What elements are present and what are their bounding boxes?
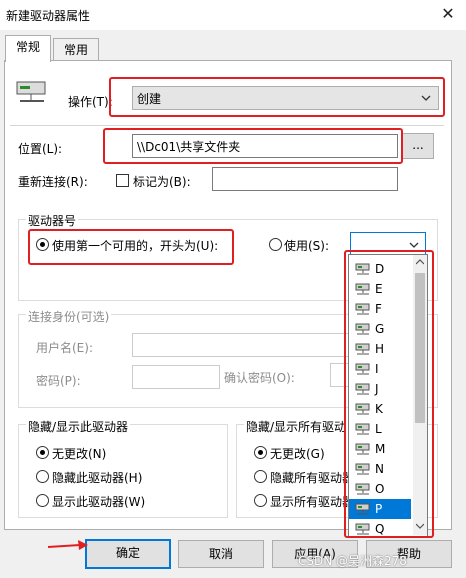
drive-letter-title: 驱动器号 [26, 212, 79, 229]
window-title: 新建驱动器属性 [6, 9, 91, 23]
use-specific-label: 使用(S): [284, 239, 330, 253]
connect-as-title: 连接身份(可选) [26, 308, 112, 325]
hide-all-hide-label: 隐藏所有驱动器 [270, 471, 355, 485]
tab-common[interactable]: 常用 [53, 38, 99, 61]
hide-all-title: 隐藏/显示所有驱动 [244, 418, 349, 435]
hide-this-show-label: 显示此驱动器(W) [52, 495, 146, 509]
highlight-first-available [28, 229, 234, 265]
reconnect-checkbox[interactable] [116, 174, 129, 187]
tab-general[interactable]: 常规 [5, 35, 51, 62]
hide-this-no-change-radio[interactable] [36, 446, 49, 459]
use-specific-radio[interactable] [269, 238, 282, 251]
location-label: 位置(L): [18, 142, 63, 156]
watermark: CSDN @吴洲森278 [298, 554, 407, 568]
cancel-button[interactable]: 取消 [178, 540, 264, 568]
hide-all-no-change-label: 无更改(G) [270, 447, 325, 461]
hide-this-show-radio[interactable] [36, 494, 49, 507]
ok-button[interactable]: 确定 [85, 539, 171, 569]
red-arrow-icon [47, 540, 88, 550]
close-icon[interactable]: ✕ [436, 3, 460, 25]
username-label: 用户名(E): [36, 341, 93, 355]
browse-button[interactable]: ... [402, 133, 434, 159]
hide-this-hide-label: 隐藏此驱动器(H) [52, 471, 143, 485]
hide-all-no-change-radio[interactable] [254, 446, 267, 459]
password-label: 密码(P): [36, 374, 81, 388]
hide-all-show-radio[interactable] [254, 494, 267, 507]
label-as-label: 标记为(B): [133, 175, 191, 189]
reconnect-label: 重新连接(R): [18, 175, 88, 189]
hide-this-title: 隐藏/显示此驱动器 [26, 418, 131, 435]
password-input[interactable] [132, 365, 220, 389]
operation-label: 操作(T): [68, 95, 113, 109]
username-input[interactable] [132, 333, 350, 357]
hide-this-hide-radio[interactable] [36, 470, 49, 483]
label-as-input[interactable] [212, 167, 398, 191]
hide-all-hide-radio[interactable] [254, 470, 267, 483]
network-drive-icon [16, 81, 46, 102]
divider [10, 125, 444, 126]
hide-this-no-change-label: 无更改(N) [52, 447, 107, 461]
hide-all-show-label: 显示所有驱动器 [270, 495, 355, 509]
highlight-operation [109, 77, 445, 117]
highlight-location [103, 128, 403, 164]
confirm-password-label: 确认密码(O): [224, 371, 295, 385]
chevron-down-icon [409, 242, 419, 248]
highlight-drive-list [344, 250, 434, 538]
